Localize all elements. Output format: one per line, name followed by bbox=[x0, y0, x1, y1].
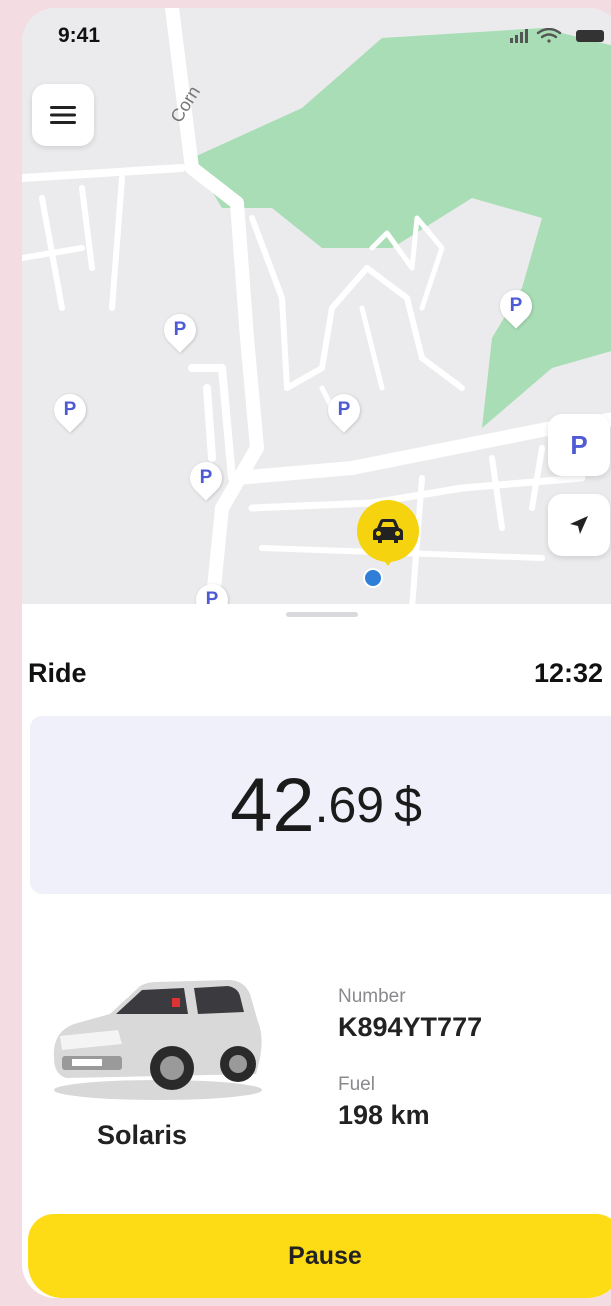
pause-button[interactable]: Pause bbox=[28, 1214, 611, 1298]
price-integer: 42 bbox=[230, 762, 315, 848]
number-value: K894YT777 bbox=[338, 1012, 483, 1042]
ride-bottom-sheet: Ride 12:32 42 .69 $ Solaris Number K894Y… bbox=[22, 604, 611, 1298]
location-arrow-icon bbox=[570, 516, 588, 534]
fuel-value: 198 km bbox=[338, 1100, 430, 1130]
status-icons bbox=[510, 28, 604, 43]
menu-button[interactable] bbox=[32, 84, 94, 146]
car-image bbox=[53, 980, 262, 1100]
battery-icon bbox=[576, 30, 604, 42]
car-marker-pointer bbox=[379, 554, 397, 566]
parking-pin[interactable]: P bbox=[321, 387, 367, 433]
svg-text:Corn: Corn bbox=[172, 82, 204, 126]
user-location-icon bbox=[363, 568, 383, 588]
car-model: Solaris bbox=[96, 1120, 188, 1150]
parking-pin[interactable]: P bbox=[47, 387, 93, 433]
map-view[interactable]: Corn 9:41 P P P P P P P bbox=[22, 8, 611, 608]
price-currency: $ bbox=[394, 777, 422, 833]
ride-title: Ride bbox=[28, 658, 87, 688]
price-decimal: .69 bbox=[314, 777, 385, 833]
parking-icon: P bbox=[570, 429, 588, 460]
ride-time: 12:32 bbox=[534, 658, 604, 688]
price-display: 42 .69 $ bbox=[30, 716, 611, 894]
menu-icon bbox=[50, 106, 76, 124]
wifi-icon bbox=[536, 28, 562, 43]
sheet-grabber[interactable] bbox=[286, 612, 358, 617]
parking-pin[interactable]: P bbox=[183, 455, 229, 501]
parking-pin[interactable]: P bbox=[157, 307, 203, 353]
phone-screen: Corn 9:41 P P P P P P P Ride 12:32 42 .6… bbox=[22, 8, 611, 1298]
status-time: 9:41 bbox=[58, 24, 101, 47]
car-icon bbox=[373, 519, 403, 543]
locate-me-button[interactable] bbox=[548, 494, 610, 556]
number-label: Number bbox=[338, 986, 406, 1007]
parking-toggle-button[interactable]: P bbox=[548, 414, 610, 476]
street-label: Corn bbox=[172, 82, 204, 126]
fuel-label: Fuel bbox=[338, 1074, 375, 1095]
signal-icon bbox=[510, 29, 528, 43]
car-marker[interactable] bbox=[357, 500, 419, 562]
parking-pin[interactable]: P bbox=[493, 283, 539, 329]
